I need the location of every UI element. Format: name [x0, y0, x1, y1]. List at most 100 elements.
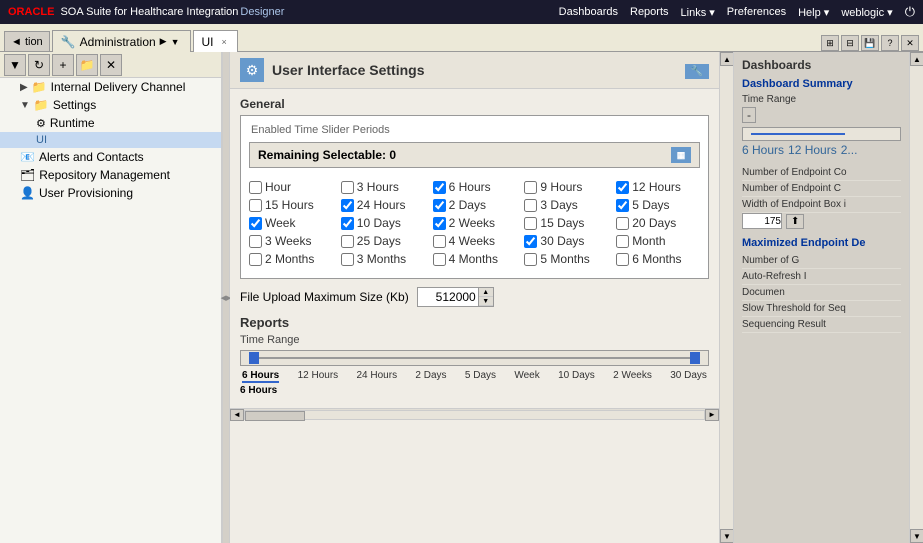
nav-weblogic[interactable]: weblogic ▾ [841, 6, 892, 19]
checkbox-week[interactable]: Week [249, 216, 333, 230]
checkbox-3months[interactable]: 3 Months [341, 252, 425, 266]
right-time-2[interactable]: 2... [841, 143, 858, 157]
checkbox-24hours[interactable]: 24 Hours [341, 198, 425, 212]
checkbox-10days-input[interactable] [341, 217, 354, 230]
time-label-12hours[interactable]: 12 Hours [298, 370, 339, 383]
checkbox-2weeks[interactable]: 2 Weeks [433, 216, 517, 230]
checkbox-9hours[interactable]: 9 Hours [524, 180, 608, 194]
bottom-scrollbar[interactable]: ◄ ► [230, 408, 719, 420]
time-label-2weeks[interactable]: 2 Weeks [613, 370, 652, 383]
checkbox-10days[interactable]: 10 Days [341, 216, 425, 230]
checkbox-4months[interactable]: 4 Months [433, 252, 517, 266]
window-restore-btn[interactable]: ⊞ [821, 35, 839, 51]
checkbox-6months-input[interactable] [616, 253, 629, 266]
tab-back-btn[interactable]: ◄ tion [4, 31, 50, 51]
checkbox-20days[interactable]: 20 Days [616, 216, 700, 230]
content-vscrollbar[interactable]: ▲ ▼ [719, 52, 733, 543]
checkbox-5months[interactable]: 5 Months [524, 252, 608, 266]
checkbox-3hours[interactable]: 3 Hours [341, 180, 425, 194]
checkbox-2days-input[interactable] [433, 199, 446, 212]
checkbox-4months-input[interactable] [433, 253, 446, 266]
checkbox-5months-input[interactable] [524, 253, 537, 266]
checkbox-week-input[interactable] [249, 217, 262, 230]
time-label-24hours[interactable]: 24 Hours [357, 370, 398, 383]
time-label-5days[interactable]: 5 Days [465, 370, 496, 383]
checkbox-3weeks[interactable]: 3 Weeks [249, 234, 333, 248]
window-save-btn[interactable]: 💾 [861, 35, 879, 51]
checkbox-25days-input[interactable] [341, 235, 354, 248]
checkbox-15hours-input[interactable] [249, 199, 262, 212]
sidebar-item-runtime[interactable]: ⚙ Runtime [0, 114, 221, 132]
file-upload-spinner[interactable]: ▲ ▼ [417, 287, 494, 307]
right-time-12h[interactable]: 12 Hours [788, 143, 837, 157]
tab-close-btn[interactable]: × [222, 37, 227, 47]
header-right-btn[interactable]: 🔧 [685, 63, 709, 77]
checkbox-month[interactable]: Month [616, 234, 700, 248]
checkbox-6hours[interactable]: 6 Hours [433, 180, 517, 194]
time-label-week[interactable]: Week [514, 370, 539, 383]
sidebar-item-provisioning[interactable]: 👤 User Provisioning [0, 184, 221, 202]
tab-ui[interactable]: UI × [193, 30, 238, 52]
right-time-6h[interactable]: 6 Hours [742, 143, 784, 157]
checkbox-15hours[interactable]: 15 Hours [249, 198, 333, 212]
checkbox-20days-input[interactable] [616, 217, 629, 230]
right-vscroll-up[interactable]: ▲ [910, 52, 923, 66]
checkbox-4weeks[interactable]: 4 Weeks [433, 234, 517, 248]
right-slider[interactable] [742, 127, 901, 141]
scroll-left-btn[interactable]: ◄ [230, 409, 244, 421]
file-upload-input[interactable] [418, 288, 478, 306]
slider-thumb-right[interactable] [690, 352, 700, 364]
nav-help[interactable]: Help ▾ [798, 6, 829, 19]
resize-handle[interactable] [222, 52, 230, 543]
right-vscrollbar[interactable]: ▲ ▼ [909, 52, 923, 543]
window-help-btn[interactable]: ? [881, 35, 899, 51]
nav-dashboards[interactable]: Dashboards [559, 6, 618, 18]
window-close-btn[interactable]: ✕ [901, 35, 919, 51]
checkbox-2months-input[interactable] [249, 253, 262, 266]
checkbox-hour-input[interactable] [249, 181, 262, 194]
nav-links[interactable]: Links ▾ [681, 6, 715, 19]
sidebar-item-settings[interactable]: ▼ 📁 Settings [0, 96, 221, 114]
sidebar-item-alerts[interactable]: 📧 Alerts and Contacts [0, 148, 221, 166]
time-label-6hours[interactable]: 6 Hours [242, 370, 279, 383]
time-label-10days[interactable]: 10 Days [558, 370, 595, 383]
checkbox-5days[interactable]: 5 Days [616, 198, 700, 212]
checkbox-hour[interactable]: Hour [249, 180, 333, 194]
checkbox-2months[interactable]: 2 Months [249, 252, 333, 266]
checkbox-15days-input[interactable] [524, 217, 537, 230]
checkbox-30days-input[interactable] [524, 235, 537, 248]
checkbox-15days[interactable]: 15 Days [524, 216, 608, 230]
refresh-btn[interactable]: ↻ [28, 54, 50, 76]
checkbox-24hours-input[interactable] [341, 199, 354, 212]
checkbox-3hours-input[interactable] [341, 181, 354, 194]
tab-menu-icon[interactable]: ▼ [171, 37, 180, 47]
add-btn[interactable]: + [52, 54, 74, 76]
time-label-30days[interactable]: 30 Days [670, 370, 707, 383]
time-label-2days[interactable]: 2 Days [415, 370, 446, 383]
checkbox-3months-input[interactable] [341, 253, 354, 266]
delete-btn[interactable]: ✕ [100, 54, 122, 76]
checkbox-3days[interactable]: 3 Days [524, 198, 608, 212]
checkbox-9hours-input[interactable] [524, 181, 537, 194]
window-minimize-btn[interactable]: ⊟ [841, 35, 859, 51]
vscroll-down-btn[interactable]: ▼ [720, 529, 733, 543]
checkbox-25days[interactable]: 25 Days [341, 234, 425, 248]
folder-btn[interactable]: 📁 [76, 54, 98, 76]
filter-btn[interactable]: ▼ [4, 54, 26, 76]
spinner-down-btn[interactable]: ▼ [479, 297, 493, 306]
slider-thumb-left[interactable] [249, 352, 259, 364]
right-vscroll-down[interactable]: ▼ [910, 529, 923, 543]
sidebar-item-ui[interactable]: UI [0, 132, 221, 148]
sidebar-item-delivery-channel[interactable]: ▶ 📁 Internal Delivery Channel [0, 78, 221, 96]
tab-administration[interactable]: 🔧 Administration ▶ ▼ [52, 30, 191, 52]
sidebar-item-repository[interactable]: 🗂 Repository Management [0, 166, 221, 184]
checkbox-3days-input[interactable] [524, 199, 537, 212]
scroll-thumb[interactable] [245, 411, 305, 421]
checkbox-2weeks-input[interactable] [433, 217, 446, 230]
checkbox-4weeks-input[interactable] [433, 235, 446, 248]
checkbox-12hours[interactable]: 12 Hours [616, 180, 700, 194]
nav-reports[interactable]: Reports [630, 6, 669, 18]
spinner-up-btn[interactable]: ▲ [479, 288, 493, 297]
checkbox-30days[interactable]: 30 Days [524, 234, 608, 248]
upload-icon-btn[interactable]: ⬆ [786, 214, 804, 229]
